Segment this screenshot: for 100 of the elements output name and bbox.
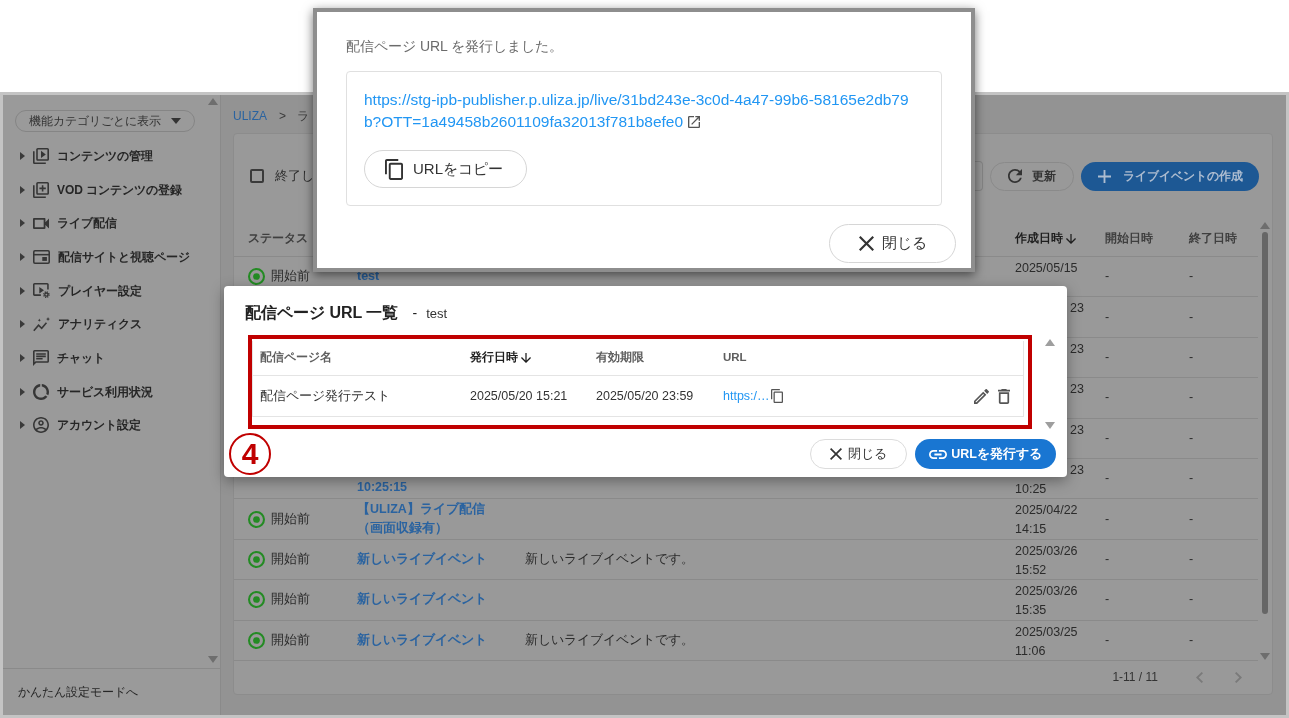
refresh-icon	[1008, 169, 1022, 183]
column-header[interactable]: 作成日時	[1015, 230, 1076, 248]
column-header[interactable]: 有効期限	[596, 349, 644, 367]
status-text: 開始前	[271, 591, 310, 609]
breadcrumb-link[interactable]: ラ	[297, 107, 310, 125]
close-icon	[830, 448, 842, 460]
scroll-down-icon[interactable]	[1045, 422, 1056, 429]
time-text: 15:52	[1015, 562, 1047, 577]
easy-mode-link[interactable]: かんたん設定モードへ	[18, 683, 138, 701]
status-ring-icon	[248, 268, 265, 286]
step-number-marker: 4	[229, 433, 271, 475]
end-time-text: -	[1189, 510, 1194, 528]
end-time-text: -	[1189, 308, 1194, 326]
close-button[interactable]: 閉じる	[829, 224, 956, 263]
checkbox-label: 終了し	[275, 167, 314, 186]
column-header[interactable]: 終了日時	[1189, 230, 1237, 248]
date-text: 23	[1070, 382, 1084, 397]
column-header[interactable]: URL	[723, 349, 747, 367]
nav-item[interactable]: 配信サイトと視聴ページ	[3, 240, 206, 274]
create-event-button[interactable]: ライブイベントの作成	[1081, 161, 1259, 191]
date-text: 2025/05/15	[1015, 261, 1078, 275]
start-time-text: -	[1105, 631, 1110, 649]
nav-item[interactable]: サービス利用状況	[3, 374, 206, 409]
url-link[interactable]: https:/…	[723, 386, 770, 406]
date-text: 2025/04/22	[1015, 503, 1078, 518]
checkbox[interactable]	[250, 169, 264, 183]
chevron-left-icon[interactable]	[1196, 671, 1203, 683]
scroll-up-icon[interactable]	[208, 98, 218, 105]
expiry-date-text: 2025/05/20 23:59	[596, 388, 694, 403]
nav-item[interactable]: アナリティクス	[3, 307, 206, 342]
end-time-text: -	[1189, 268, 1194, 286]
plus-icon	[1097, 169, 1111, 183]
pencil-icon[interactable]	[974, 388, 990, 404]
dialog-subtitle: test	[426, 305, 448, 323]
video-camera-icon	[33, 217, 49, 229]
scroll-down-icon[interactable]	[208, 656, 218, 663]
start-time-text: -	[1105, 510, 1110, 528]
nav-item[interactable]: アカウント設定	[3, 408, 206, 443]
status-text: 開始前	[271, 631, 310, 649]
status-ring-icon	[248, 550, 265, 568]
time-text: 10:25	[1015, 481, 1047, 496]
nav-item[interactable]: コンテンツの管理	[3, 139, 206, 173]
close-icon	[858, 236, 874, 251]
start-time-text: -	[1105, 349, 1110, 367]
date-text: 23	[1070, 462, 1084, 477]
link-icon	[929, 449, 948, 459]
end-time-text: -	[1189, 631, 1194, 649]
start-time-text: -	[1105, 429, 1110, 447]
column-header[interactable]: 配信ページ名	[260, 349, 332, 367]
start-time-text: -	[1105, 470, 1110, 488]
breadcrumb-separator: >	[279, 108, 287, 125]
url-link[interactable]: https://stg-ipb-publisher.p.uliza.jp/live/31bd243e-3c0d-4a47-99b6-58165e2db79b?OTT=1a49458b2601109fa32013f781b8efe0	[364, 89, 924, 133]
description-text: 新しいライブイベントです。	[525, 551, 694, 569]
start-time-text: -	[1105, 268, 1110, 286]
web-page-icon	[33, 249, 50, 264]
sort-down-arrow-icon	[1066, 234, 1076, 244]
caret-down-icon	[171, 118, 181, 124]
column-header[interactable]: 開始日時	[1105, 230, 1153, 248]
issue-url-button[interactable]: URLを発行する	[915, 439, 1056, 469]
chat-bubble-icon	[33, 349, 49, 366]
nav-item[interactable]: プレイヤー設定	[3, 273, 206, 308]
end-time-text: -	[1189, 470, 1194, 488]
column-header[interactable]: ステータス	[248, 230, 308, 248]
scroll-up-icon[interactable]	[1260, 222, 1270, 229]
time-text: 11:06	[1015, 643, 1046, 658]
chevron-right-icon[interactable]	[1235, 671, 1242, 683]
end-time-text: -	[1189, 349, 1194, 367]
play-gear-icon	[33, 283, 50, 299]
time-text: 15:35	[1015, 603, 1047, 618]
page-name-text: 配信ページ発行テスト	[260, 388, 390, 403]
ring-chart-icon	[33, 383, 49, 400]
copy-url-button[interactable]: URLをコピー	[364, 150, 527, 188]
column-header[interactable]: 発行日時	[470, 349, 531, 367]
nav-item[interactable]: VOD コンテンツの登録	[3, 172, 206, 207]
date-text: 2025/03/26	[1015, 543, 1078, 558]
start-time-text: -	[1105, 389, 1110, 407]
copy-icon[interactable]	[770, 389, 783, 403]
scrollbar-thumb[interactable]	[1262, 232, 1268, 614]
nav-item[interactable]: ライブ配信	[3, 206, 206, 241]
scroll-down-icon[interactable]	[1260, 652, 1270, 660]
copy-icon	[385, 158, 403, 180]
status-text: 開始前	[271, 551, 310, 569]
start-time-text: -	[1105, 591, 1110, 609]
nav-item[interactable]: チャット	[3, 341, 206, 375]
plus-stack-icon	[33, 181, 49, 198]
issued-date-text: 2025/05/20 15:21	[470, 388, 568, 403]
end-time-text: -	[1189, 389, 1194, 407]
end-time-text: -	[1189, 429, 1194, 447]
scroll-up-icon[interactable]	[1045, 339, 1056, 346]
date-text: 2025/03/25	[1015, 624, 1078, 639]
status-ring-icon	[248, 631, 265, 649]
close-button[interactable]: 閉じる	[810, 439, 907, 469]
status-text: 開始前	[271, 268, 310, 286]
date-text: 23	[1070, 422, 1084, 437]
start-time-text: -	[1105, 308, 1110, 326]
title-separator: -	[412, 304, 418, 323]
dialog-message: 配信ページ URL を発行しました。	[346, 37, 565, 55]
date-text: 23	[1070, 301, 1084, 316]
status-text: 開始前	[271, 510, 310, 528]
trash-icon[interactable]	[998, 388, 1011, 404]
